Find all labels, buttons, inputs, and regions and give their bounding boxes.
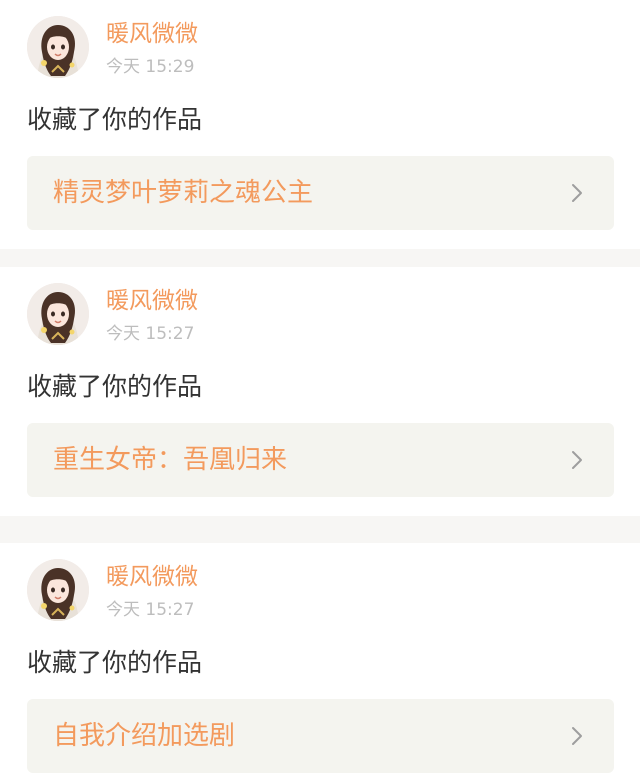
work-link[interactable]: 重生女帝：吾凰归来 [27,423,614,497]
notification-card: 暖风微微 今天 15:27 收藏了你的作品 重生女帝：吾凰归来 [0,267,640,516]
notification-card: 暖风微微 今天 15:27 收藏了你的作品 自我介绍加选剧 [0,543,640,773]
chevron-right-icon [572,451,582,469]
timestamp: 今天 15:27 [106,600,195,620]
work-title: 精灵梦叶萝莉之魂公主 [53,178,314,208]
timestamp: 今天 15:29 [106,57,195,77]
notification-card: 暖风微微 今天 15:29 收藏了你的作品 精灵梦叶萝莉之魂公主 [0,0,640,249]
action-text: 收藏了你的作品 [27,372,203,401]
action-text: 收藏了你的作品 [27,105,203,134]
avatar-illustration [27,16,89,78]
avatar[interactable] [27,559,89,621]
work-link[interactable]: 精灵梦叶萝莉之魂公主 [27,156,614,230]
username[interactable]: 暖风微微 [106,563,198,591]
action-text: 收藏了你的作品 [27,648,203,677]
chevron-right-icon [572,727,582,745]
work-link[interactable]: 自我介绍加选剧 [27,699,614,773]
notification-feed: 暖风微微 今天 15:29 收藏了你的作品 精灵梦叶萝莉之魂公主 暖风微微 今天… [0,0,640,773]
username[interactable]: 暖风微微 [106,20,198,48]
username[interactable]: 暖风微微 [106,287,198,315]
chevron-right-icon [572,184,582,202]
work-title: 自我介绍加选剧 [53,721,236,751]
avatar-illustration [27,283,89,345]
avatar[interactable] [27,16,89,78]
work-title: 重生女帝：吾凰归来 [53,445,288,475]
timestamp: 今天 15:27 [106,324,195,344]
avatar-illustration [27,559,89,621]
avatar[interactable] [27,283,89,345]
